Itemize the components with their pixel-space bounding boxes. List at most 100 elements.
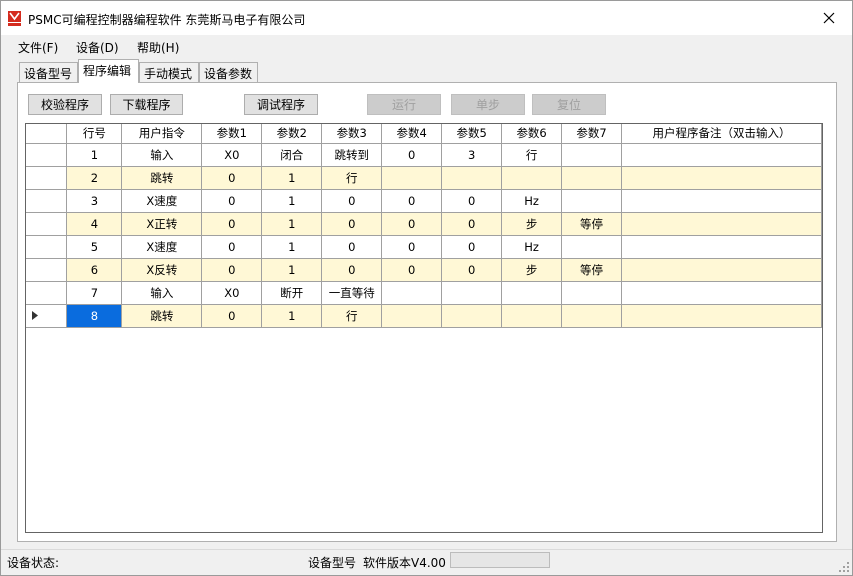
instruction-cell[interactable]: 跳转 bbox=[121, 304, 203, 328]
param-cell[interactable]: X0 bbox=[201, 281, 263, 305]
table-row[interactable]: 1 输入 X0 闭合 跳转到 0 3 行 bbox=[26, 143, 822, 167]
param-cell[interactable]: 0 bbox=[201, 304, 263, 328]
col-header[interactable]: 参数2 bbox=[261, 124, 323, 144]
col-header[interactable]: 参数6 bbox=[501, 124, 563, 144]
param-cell[interactable]: 闭合 bbox=[261, 143, 323, 167]
param-cell[interactable] bbox=[441, 166, 503, 190]
param-cell[interactable] bbox=[561, 304, 623, 328]
program-grid[interactable]: 行号 用户指令 参数1 参数2 参数3 参数4 参数5 参数6 参数7 用户程序… bbox=[25, 123, 823, 533]
param-cell[interactable]: 0 bbox=[381, 212, 443, 236]
col-header[interactable]: 参数1 bbox=[201, 124, 263, 144]
row-header[interactable] bbox=[26, 258, 68, 282]
param-cell[interactable]: 0 bbox=[381, 235, 443, 259]
table-row[interactable]: 5 X速度 0 1 0 0 0 Hz bbox=[26, 235, 822, 259]
instruction-cell[interactable]: X速度 bbox=[121, 189, 203, 213]
param-cell[interactable]: 0 bbox=[381, 143, 443, 167]
close-button[interactable] bbox=[812, 4, 846, 32]
param-cell[interactable] bbox=[441, 304, 503, 328]
param-cell[interactable]: 一直等待 bbox=[321, 281, 383, 305]
param-cell[interactable]: Hz bbox=[501, 189, 563, 213]
table-row[interactable]: 3 X速度 0 1 0 0 0 Hz bbox=[26, 189, 822, 213]
verify-program-button[interactable]: 校验程序 bbox=[28, 94, 102, 115]
table-row[interactable]: 7 输入 X0 断开 一直等待 bbox=[26, 281, 822, 305]
col-header[interactable]: 参数4 bbox=[381, 124, 443, 144]
line-number-cell[interactable]: 2 bbox=[66, 166, 123, 190]
line-number-cell[interactable]: 3 bbox=[66, 189, 123, 213]
line-number-cell[interactable]: 4 bbox=[66, 212, 123, 236]
param-cell[interactable]: 等停 bbox=[561, 258, 623, 282]
param-cell[interactable]: 0 bbox=[321, 212, 383, 236]
col-header[interactable]: 参数7 bbox=[561, 124, 623, 144]
col-header[interactable]: 行号 bbox=[66, 124, 123, 144]
line-number-cell[interactable]: 8 bbox=[66, 304, 123, 328]
param-cell[interactable]: 跳转到 bbox=[321, 143, 383, 167]
instruction-cell[interactable]: 跳转 bbox=[121, 166, 203, 190]
param-cell[interactable]: 步 bbox=[501, 212, 563, 236]
tab-program-edit[interactable]: 程序编辑 bbox=[78, 59, 139, 83]
row-header[interactable] bbox=[26, 304, 68, 328]
param-cell[interactable] bbox=[501, 166, 563, 190]
param-cell[interactable]: 1 bbox=[261, 166, 323, 190]
instruction-cell[interactable]: 输入 bbox=[121, 281, 203, 305]
remark-cell[interactable] bbox=[621, 304, 822, 328]
param-cell[interactable]: 0 bbox=[441, 235, 503, 259]
param-cell[interactable]: 1 bbox=[261, 235, 323, 259]
menu-help[interactable]: 帮助(H) bbox=[137, 39, 179, 56]
param-cell[interactable]: 行 bbox=[321, 304, 383, 328]
param-cell[interactable] bbox=[561, 166, 623, 190]
menu-file[interactable]: 文件(F) bbox=[18, 39, 58, 56]
resize-grip-icon[interactable] bbox=[839, 562, 849, 572]
col-header[interactable]: 用户程序备注（双击输入） bbox=[621, 124, 822, 144]
title-bar[interactable]: PSMC可编程控制器编程软件 东莞斯马电子有限公司 bbox=[1, 1, 852, 35]
param-cell[interactable]: 等停 bbox=[561, 212, 623, 236]
table-row[interactable]: 2 跳转 0 1 行 bbox=[26, 166, 822, 190]
remark-cell[interactable] bbox=[621, 166, 822, 190]
param-cell[interactable]: 0 bbox=[201, 166, 263, 190]
remark-cell[interactable] bbox=[621, 212, 822, 236]
param-cell[interactable]: 1 bbox=[261, 212, 323, 236]
param-cell[interactable]: 0 bbox=[381, 258, 443, 282]
param-cell[interactable] bbox=[561, 235, 623, 259]
line-number-cell[interactable]: 7 bbox=[66, 281, 123, 305]
param-cell[interactable]: 0 bbox=[441, 212, 503, 236]
param-cell[interactable] bbox=[381, 166, 443, 190]
instruction-cell[interactable]: X正转 bbox=[121, 212, 203, 236]
param-cell[interactable] bbox=[561, 143, 623, 167]
param-cell[interactable] bbox=[501, 281, 563, 305]
instruction-cell[interactable]: X反转 bbox=[121, 258, 203, 282]
param-cell[interactable]: 行 bbox=[501, 143, 563, 167]
param-cell[interactable]: 步 bbox=[501, 258, 563, 282]
remark-cell[interactable] bbox=[621, 235, 822, 259]
instruction-cell[interactable]: 输入 bbox=[121, 143, 203, 167]
param-cell[interactable]: Hz bbox=[501, 235, 563, 259]
line-number-cell[interactable]: 5 bbox=[66, 235, 123, 259]
remark-cell[interactable] bbox=[621, 258, 822, 282]
param-cell[interactable] bbox=[501, 304, 563, 328]
param-cell[interactable]: X0 bbox=[201, 143, 263, 167]
tab-device-model[interactable]: 设备型号 bbox=[19, 62, 78, 82]
param-cell[interactable] bbox=[561, 189, 623, 213]
param-cell[interactable]: 0 bbox=[321, 189, 383, 213]
table-row[interactable]: 6 X反转 0 1 0 0 0 步等停 bbox=[26, 258, 822, 282]
debug-program-button[interactable]: 调试程序 bbox=[244, 94, 318, 115]
param-cell[interactable]: 0 bbox=[201, 189, 263, 213]
run-button[interactable]: 运行 bbox=[367, 94, 441, 115]
table-row[interactable]: 4 X正转 0 1 0 0 0 步等停 bbox=[26, 212, 822, 236]
row-header[interactable] bbox=[26, 281, 68, 305]
param-cell[interactable]: 0 bbox=[381, 189, 443, 213]
param-cell[interactable]: 行 bbox=[321, 166, 383, 190]
param-cell[interactable]: 0 bbox=[321, 235, 383, 259]
line-number-cell[interactable]: 6 bbox=[66, 258, 123, 282]
row-header[interactable] bbox=[26, 212, 68, 236]
param-cell[interactable] bbox=[441, 281, 503, 305]
col-header[interactable]: 用户指令 bbox=[121, 124, 203, 144]
param-cell[interactable]: 3 bbox=[441, 143, 503, 167]
tab-manual-mode[interactable]: 手动模式 bbox=[139, 62, 199, 82]
param-cell[interactable]: 0 bbox=[441, 258, 503, 282]
menu-device[interactable]: 设备(D) bbox=[76, 39, 119, 56]
row-header[interactable] bbox=[26, 235, 68, 259]
col-header[interactable]: 参数5 bbox=[441, 124, 503, 144]
table-row[interactable]: 8 跳转 0 1 行 bbox=[26, 304, 822, 328]
param-cell[interactable]: 0 bbox=[201, 235, 263, 259]
line-number-cell[interactable]: 1 bbox=[66, 143, 123, 167]
